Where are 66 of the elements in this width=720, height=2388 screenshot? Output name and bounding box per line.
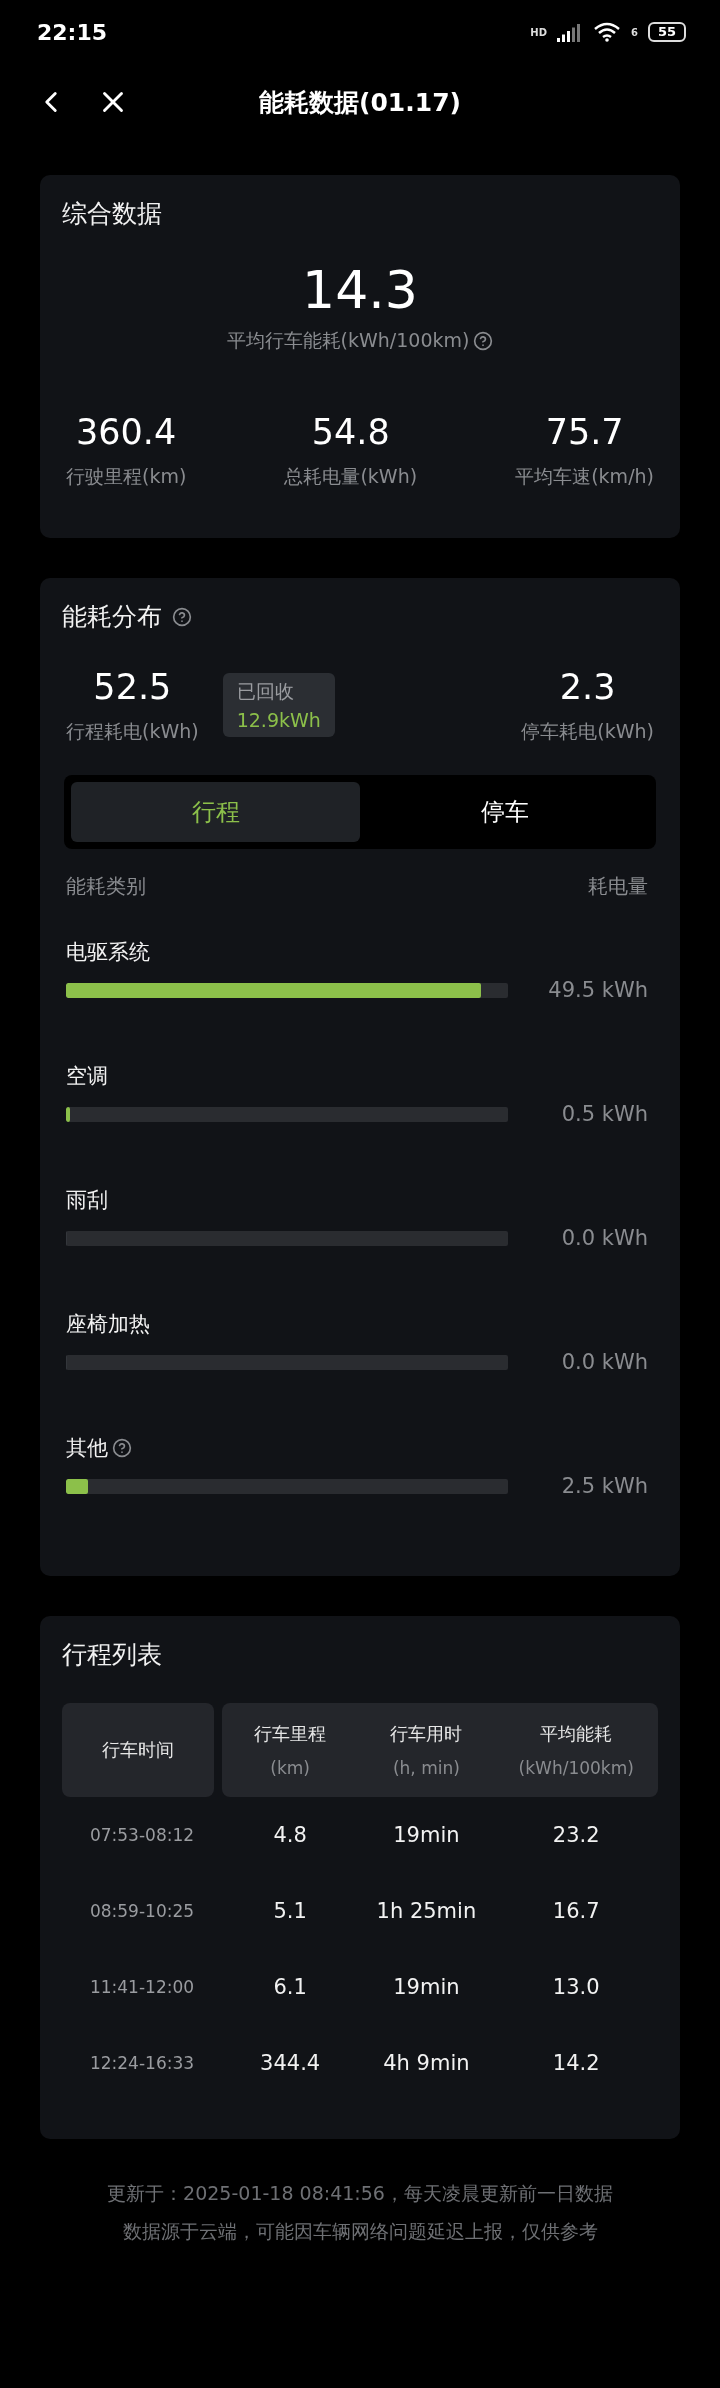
card-title: 综合数据 [62, 198, 162, 230]
table-cell-text: 5.1 [272, 1898, 308, 1925]
card-title: 能耗分布 [62, 601, 162, 633]
header-label: 行车里程 [254, 1722, 327, 1746]
help-icon[interactable] [473, 331, 494, 351]
table-cell-text: 344.4 [259, 2050, 322, 2077]
card-title: 行程列表 [62, 1639, 162, 1671]
table-cell-text: 19min [392, 1822, 461, 1849]
stat-value: 54.8 [311, 412, 390, 452]
table-cell-text: 16.7 [551, 1898, 601, 1925]
main-value: 14.3 [302, 260, 418, 320]
category-name: 其他 [66, 1435, 108, 1462]
tab[interactable]: 行程 [71, 782, 360, 842]
table-cell-text: 4.8 [272, 1822, 308, 1849]
table-cell-text: 08:59-10:25 [88, 1900, 196, 1923]
network-type: HD [530, 26, 547, 38]
table-cell-text: 19min [392, 1974, 461, 2001]
table-cell-text: 14.2 [551, 2050, 601, 2077]
header-unit: (kWh/100km) [518, 1758, 634, 1778]
table-cell-text: 6.1 [272, 1974, 308, 2001]
header-label: 行车用时 [390, 1722, 463, 1746]
header-unit: (h, min) [392, 1758, 460, 1778]
energy-reading: 2.5 kWh [561, 1474, 648, 1498]
stat-value: 75.7 [545, 412, 624, 452]
energy-reading: 49.5 kWh [548, 978, 648, 1002]
header-unit: (km) [270, 1758, 310, 1778]
table-cell-text: 1h 25min [375, 1898, 478, 1925]
category-name: 空调 [66, 1063, 108, 1090]
main-label: 平均行车能耗(kWh/100km) [226, 328, 470, 353]
stat-label: 停车耗电(kWh) [521, 719, 654, 744]
category-name: 电驱系统 [66, 939, 150, 966]
table-cell-text: 23.2 [551, 1822, 601, 1849]
help-icon[interactable] [172, 606, 192, 627]
help-icon[interactable] [112, 1438, 132, 1458]
stat-value: 2.3 [559, 667, 616, 707]
signal-icon [556, 22, 583, 42]
wifi-icon [592, 22, 621, 42]
table-cell-text: 13.0 [551, 1974, 601, 2001]
stat-value: 360.4 [76, 412, 177, 452]
stat-label: 平均车速(km/h) [515, 464, 654, 489]
energy-reading: 0.0 kWh [561, 1350, 648, 1374]
tab[interactable]: 停车 [360, 782, 649, 842]
stat-label: 行程耗电(kWh) [66, 719, 199, 744]
category-name: 雨刮 [66, 1187, 108, 1214]
table-cell-text: 11:41-12:00 [88, 1976, 196, 1999]
clock: 22:15 [37, 19, 108, 45]
page-title: 能耗数据(01.17) [259, 86, 461, 119]
tooltip-label: 已回收 [236, 679, 295, 704]
footer-note: 更新于：2025-01-18 08:41:56，每天凌晨更新前一日数据 [107, 2181, 613, 2206]
stat-label: 行驶里程(km) [66, 464, 187, 489]
header-label: 平均能耗 [540, 1722, 613, 1746]
table-cell-text: 07:53-08:12 [88, 1824, 196, 1847]
energy-reading: 0.0 kWh [561, 1226, 648, 1250]
category-name: 座椅加热 [66, 1311, 150, 1338]
tooltip-value: 12.9kWh [236, 709, 321, 731]
column-header: 耗电量 [588, 873, 648, 900]
energy-reading: 0.5 kWh [561, 1102, 648, 1126]
stat-value: 52.5 [93, 667, 172, 707]
table-cell-text: 4h 9min [382, 2050, 471, 2077]
wifi-standard-label: 6 [630, 26, 638, 38]
table-header: 行车时间 [62, 1703, 214, 1797]
stat-label: 总耗电量(kWh) [284, 464, 418, 489]
battery-indicator: 55 [647, 22, 686, 42]
footer-note: 数据源于云端，可能因车辆网络问题延迟上报，仅供参考 [122, 2219, 598, 2244]
column-header: 能耗类别 [66, 873, 146, 900]
table-cell-text: 12:24-16:33 [88, 2052, 196, 2075]
